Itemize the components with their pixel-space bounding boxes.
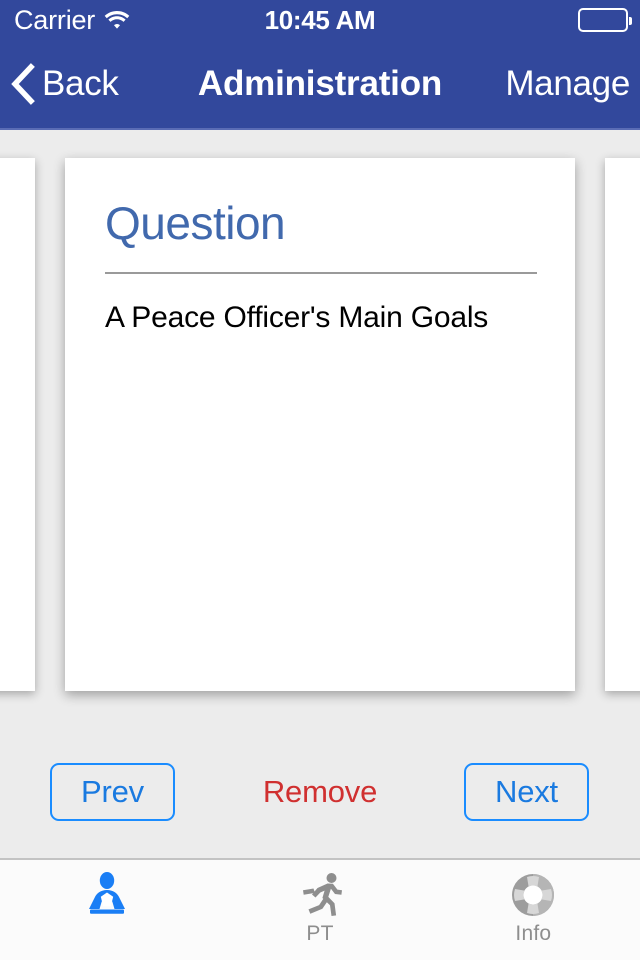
card-heading: Question — [105, 197, 286, 249]
remove-button[interactable]: Remove — [232, 763, 408, 821]
app-root: Carrier 10:45 AM Back Administration Man… — [0, 0, 640, 960]
question-card[interactable]: Question A Peace Officer's Main Goals — [65, 158, 575, 691]
card-body-text: A Peace Officer's Main Goals — [105, 301, 489, 334]
tab-pt[interactable]: PT — [213, 860, 426, 960]
question-card-content: Question A Peace Officer's Main Goals — [105, 158, 537, 336]
status-bar-time: 10:45 AM — [264, 4, 376, 35]
lifebuoy-icon — [507, 869, 559, 921]
battery-icon — [578, 8, 632, 32]
tab-info[interactable]: Info — [427, 860, 640, 960]
action-button-row: Prev Remove Next — [0, 710, 640, 858]
administration-person-icon — [81, 869, 133, 921]
tab-pt-label: PT — [306, 922, 334, 945]
tab-administration[interactable] — [0, 860, 213, 960]
tab-bar: PT Info — [0, 858, 640, 960]
previous-card-peek[interactable] — [0, 158, 35, 691]
prev-button[interactable]: Prev — [50, 763, 175, 821]
status-bar: Carrier 10:45 AM — [0, 0, 640, 40]
status-bar-right — [578, 0, 632, 40]
card-carousel[interactable]: Question A Peace Officer's Main Goals — [0, 130, 640, 710]
next-button[interactable]: Next — [464, 763, 589, 821]
next-card-peek[interactable] — [605, 158, 640, 691]
navigation-bar: Back Administration Manage — [0, 40, 640, 130]
manage-button[interactable]: Manage — [505, 40, 630, 128]
tab-info-label: Info — [515, 922, 552, 945]
running-person-icon — [294, 869, 346, 921]
